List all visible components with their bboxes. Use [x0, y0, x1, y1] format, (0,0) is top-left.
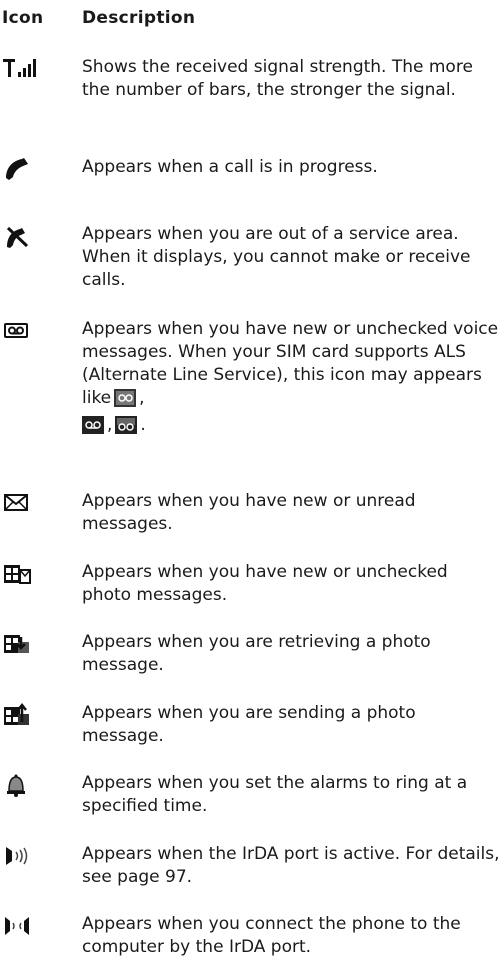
separator-comma: ,: [139, 388, 145, 408]
photo-retrieve-icon: [2, 631, 42, 661]
photo-message-icon: [2, 561, 42, 591]
voicemail-icon: [2, 318, 42, 348]
table-header: Icon Description: [0, 6, 504, 32]
row-description: Appears when you have new or unread mess…: [82, 491, 416, 534]
no-service-icon: [2, 223, 42, 253]
irda-active-icon: [2, 843, 42, 873]
row-description: Appears when the IrDA port is active. Fo…: [82, 844, 500, 887]
photo-send-icon: [2, 702, 42, 732]
row-description: Appears when you have new or unchecked p…: [82, 562, 448, 605]
row-description: Appears when you are sending a photo mes…: [82, 703, 416, 746]
separator-comma: ,: [107, 415, 113, 435]
row-description: Shows the received signal strength. The …: [82, 57, 473, 100]
irda-connected-icon: [2, 913, 42, 943]
sentence-end: .: [140, 415, 146, 435]
row-description: Appears when you connect the phone to th…: [82, 914, 461, 957]
voicemail-both-lines-icon: [115, 416, 138, 441]
envelope-icon: [2, 490, 42, 520]
voicemail-line2-icon: [82, 416, 104, 441]
icon-column-header: Icon: [2, 8, 44, 28]
row-description: Appears when you have new or unchecked v…: [82, 318, 500, 441]
description-column-header: Description: [82, 8, 196, 28]
call-in-progress-icon: [2, 156, 42, 186]
voicemail-line1-icon: [114, 389, 137, 414]
alarm-icon: [2, 772, 42, 802]
row-description: Appears when you are out of a service ar…: [82, 224, 471, 290]
row-description: Appears when a call is in progress.: [82, 157, 378, 177]
row-description: Appears when you set the alarms to ring …: [82, 773, 468, 816]
signal-strength-icon: [2, 56, 42, 86]
row-description: Appears when you are retrieving a photo …: [82, 632, 431, 675]
